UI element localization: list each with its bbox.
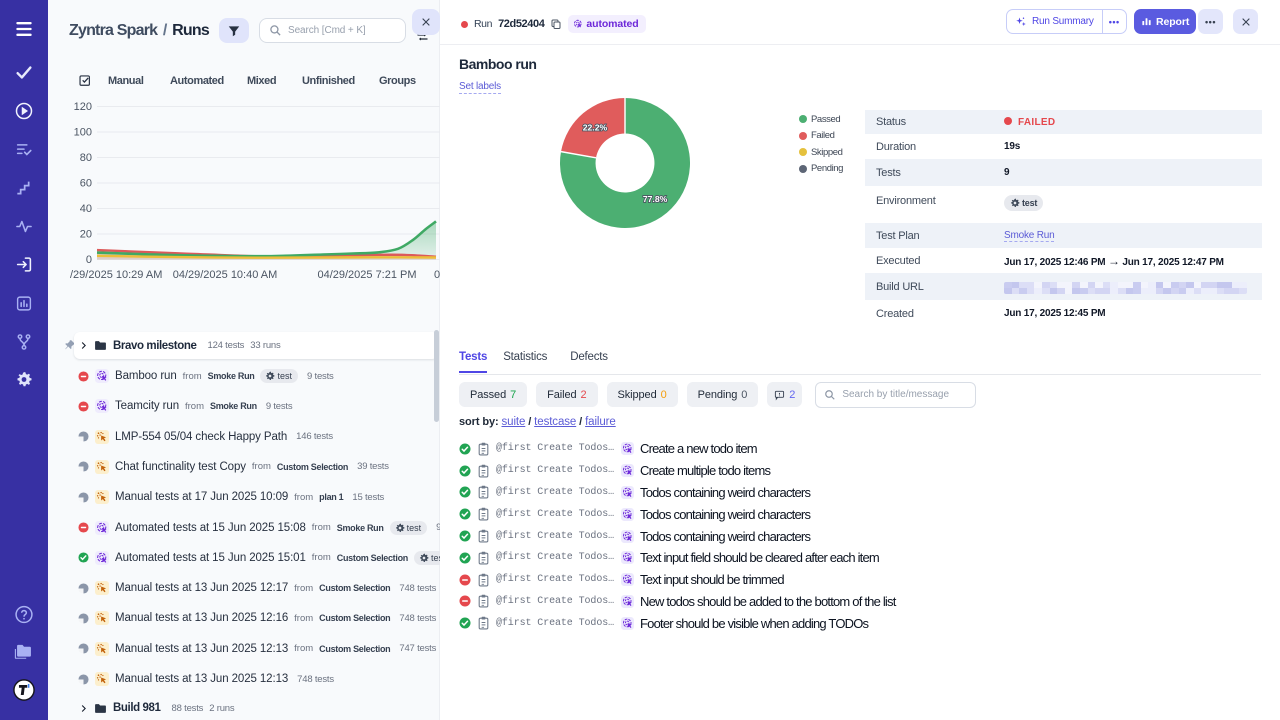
svg-text:120: 120 — [74, 101, 92, 113]
svg-text:/29/2025 10:29 AM: /29/2025 10:29 AM — [70, 269, 162, 281]
svg-text:100: 100 — [74, 127, 92, 139]
svg-text:22.2%: 22.2% — [583, 122, 608, 132]
svg-text:80: 80 — [80, 152, 92, 164]
svg-text:04/29/2025 7:21 PM: 04/29/2025 7:21 PM — [317, 269, 416, 281]
svg-text:0: 0 — [86, 254, 92, 266]
svg-text:20: 20 — [80, 229, 92, 241]
svg-text:40: 40 — [80, 203, 92, 215]
svg-text:77.8%: 77.8% — [643, 194, 668, 204]
svg-text:60: 60 — [80, 178, 92, 190]
svg-text:04/29/2025 10:40 AM: 04/29/2025 10:40 AM — [173, 269, 278, 281]
